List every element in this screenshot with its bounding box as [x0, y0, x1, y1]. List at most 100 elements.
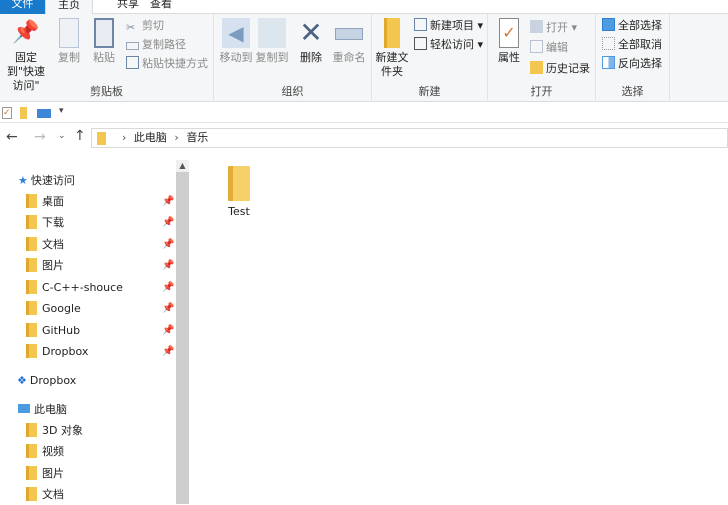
- tab-view[interactable]: 查看: [138, 0, 184, 14]
- drive-qat-icon[interactable]: [37, 109, 51, 118]
- paste-button[interactable]: 粘贴: [89, 18, 119, 65]
- invert-selection-icon: [602, 56, 615, 69]
- history-icon: [530, 61, 543, 74]
- easy-access-icon: [414, 37, 427, 50]
- properties-check-icon: ✓: [499, 18, 519, 48]
- pin-icon[interactable]: 📌: [162, 260, 174, 271]
- paste-shortcut-button[interactable]: 粘贴快捷方式: [126, 55, 208, 73]
- properties-button[interactable]: ✓ 属性: [492, 18, 526, 65]
- copy-icon: [59, 18, 79, 48]
- copy-path-button[interactable]: 复制路径: [126, 36, 186, 54]
- recent-locations-chevron-icon[interactable]: ⌄: [58, 131, 66, 141]
- file-item-folder[interactable]: Test: [216, 166, 262, 218]
- 3d-objects-folder-icon: [26, 423, 37, 437]
- group-label-new: 新建: [418, 85, 441, 98]
- group-label-open: 打开: [530, 85, 553, 98]
- new-folder-qat-icon[interactable]: [20, 107, 27, 119]
- nav-item-google[interactable]: Google: [26, 298, 81, 319]
- forward-arrow-icon[interactable]: →: [34, 129, 46, 145]
- cut-button[interactable]: ✂ 剪切: [126, 17, 164, 35]
- nav-item-documents[interactable]: 文档: [26, 234, 64, 255]
- videos-folder-icon: [26, 444, 37, 458]
- pictures-folder-icon: [26, 258, 37, 272]
- tab-file[interactable]: 文件: [0, 0, 45, 14]
- dropbox-icon: ❖: [17, 374, 27, 387]
- pin-icon[interactable]: 📌: [162, 239, 174, 250]
- edit-icon: [530, 40, 543, 53]
- computer-icon: [18, 404, 30, 413]
- pin-quick-access-button[interactable]: 📌 固定到"快速访问": [2, 18, 50, 93]
- ribbon: 📌 固定到"快速访问" 复制 粘贴 ✂ 剪切 复制路径 粘贴快捷方式 剪贴板 ◀ …: [0, 14, 728, 102]
- nav-item-pictures[interactable]: 图片: [26, 255, 64, 276]
- new-item-button[interactable]: 新建项目 ▾: [414, 17, 483, 35]
- nav-item-downloads[interactable]: 下载: [26, 212, 64, 233]
- group-label-organize: 组织: [281, 85, 304, 98]
- edit-button[interactable]: 编辑: [530, 39, 568, 57]
- nav-item-3d-objects[interactable]: 3D 对象: [26, 420, 83, 441]
- nav-item-github[interactable]: GitHub: [26, 320, 80, 341]
- up-arrow-icon[interactable]: ↑: [74, 128, 86, 144]
- history-button[interactable]: 历史记录: [530, 60, 590, 78]
- desktop-folder-icon: [26, 194, 37, 208]
- pin-icon: 📌: [12, 20, 40, 45]
- nav-item-c-cpp-shouce[interactable]: C-C++-shouce: [26, 277, 123, 298]
- pin-icon[interactable]: 📌: [162, 303, 174, 314]
- group-new: 新建文件夹 新建项目 ▾ 轻松访问 ▾ 新建: [372, 14, 488, 102]
- delete-button[interactable]: ✕ 删除: [296, 18, 326, 65]
- ribbon-tabs: 文件 主页 共享 查看: [0, 0, 728, 15]
- breadcrumb-separator-icon: ›: [174, 131, 179, 144]
- easy-access-button[interactable]: 轻松访问 ▾: [414, 36, 483, 54]
- paste-shortcut-icon: [126, 56, 139, 69]
- nav-quick-access[interactable]: ★ 快速访问: [18, 170, 75, 191]
- rename-button[interactable]: 重命名: [330, 18, 368, 65]
- copy-button[interactable]: 复制: [54, 18, 84, 65]
- pin-icon[interactable]: 📌: [162, 217, 174, 228]
- rename-icon: [335, 28, 363, 40]
- breadcrumb-music[interactable]: 音乐: [186, 131, 208, 144]
- new-folder-button[interactable]: 新建文件夹: [374, 18, 410, 79]
- copy-path-icon: [126, 42, 139, 50]
- group-label-clipboard: 剪贴板: [90, 85, 123, 98]
- invert-selection-button[interactable]: 反向选择: [602, 55, 662, 73]
- copy-to-button[interactable]: 复制到: [254, 18, 290, 65]
- group-open: ✓ 属性 打开 ▾ 编辑 历史记录 打开: [488, 14, 596, 102]
- group-label-select: 选择: [621, 85, 644, 98]
- new-item-icon: [414, 18, 427, 31]
- pin-icon[interactable]: 📌: [162, 196, 174, 207]
- pin-icon[interactable]: 📌: [162, 346, 174, 357]
- customize-qat-dropdown-icon[interactable]: ▾: [59, 106, 64, 116]
- downloads-folder-icon: [26, 215, 37, 229]
- address-bar[interactable]: › 此电脑 › 音乐: [91, 128, 728, 148]
- nav-item-documents-pc[interactable]: 文档: [26, 484, 64, 505]
- pin-icon[interactable]: 📌: [162, 325, 174, 336]
- open-icon: [530, 20, 543, 33]
- scroll-up-arrow-icon[interactable]: ▲: [176, 160, 189, 172]
- folder-icon: [228, 166, 250, 201]
- quick-access-toolbar: ✓ ▾: [0, 103, 728, 123]
- move-to-button[interactable]: ◀ 移动到: [218, 18, 254, 65]
- scissors-icon: ✂: [126, 21, 136, 34]
- folder-icon: [26, 280, 37, 294]
- properties-qat-icon[interactable]: ✓: [2, 107, 12, 119]
- open-button[interactable]: 打开 ▾: [530, 19, 577, 37]
- nav-pane-scrollbar[interactable]: [176, 160, 189, 504]
- nav-item-dropbox-pinned[interactable]: Dropbox: [26, 341, 88, 362]
- pictures-folder-icon: [26, 466, 37, 480]
- nav-item-pictures-pc[interactable]: 图片: [26, 463, 64, 484]
- star-icon: ★: [18, 174, 28, 187]
- file-name: Test: [228, 205, 250, 218]
- tab-home[interactable]: 主页: [45, 0, 93, 15]
- back-arrow-icon[interactable]: ←: [6, 129, 18, 145]
- breadcrumb-this-pc[interactable]: 此电脑: [134, 131, 167, 144]
- select-none-button[interactable]: 全部取消: [602, 36, 662, 54]
- clipboard-icon: [94, 18, 114, 48]
- google-drive-folder-icon: [26, 301, 37, 315]
- nav-this-pc[interactable]: 此电脑: [18, 399, 67, 420]
- copy-to-icon: [258, 18, 286, 48]
- select-all-icon: [602, 18, 615, 31]
- nav-item-videos[interactable]: 视频: [26, 441, 64, 462]
- nav-item-desktop[interactable]: 桌面: [26, 191, 64, 212]
- pin-icon[interactable]: 📌: [162, 282, 174, 293]
- select-all-button[interactable]: 全部选择: [602, 17, 662, 35]
- nav-dropbox[interactable]: ❖ Dropbox: [17, 370, 76, 391]
